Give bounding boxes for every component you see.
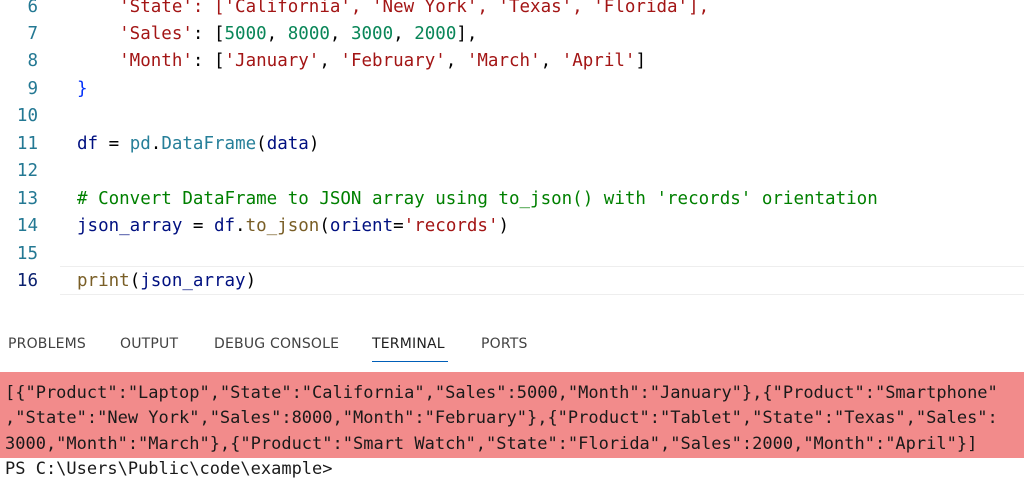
code-text: }	[77, 76, 88, 103]
code-token: ,	[540, 51, 562, 71]
code-token: DataFrame	[161, 134, 257, 154]
code-token: 2000	[414, 24, 457, 44]
line-number: 16	[16, 271, 38, 291]
code-token: =	[393, 216, 404, 236]
code-token: }	[77, 79, 88, 99]
terminal-prompt[interactable]: PS C:\Users\Public\code\example>	[5, 458, 333, 480]
tab-debug-console[interactable]: DEBUG CONSOLE	[214, 336, 339, 352]
code-token: to_json	[245, 216, 320, 236]
code-token: )	[245, 271, 257, 291]
code-token: ,	[329, 24, 351, 44]
code-token: 'records'	[403, 216, 499, 236]
terminal-output-line: ,"State":"New York","Sales":8000,"Month"…	[5, 408, 998, 428]
code-token: # Convert DataFrame to JSON array using …	[77, 189, 878, 209]
code-token: json_array	[140, 271, 246, 291]
tab-ports[interactable]: PORTS	[481, 336, 528, 352]
code-token: ]	[635, 51, 647, 71]
code-token: .	[235, 216, 246, 236]
code-token: =	[182, 216, 214, 236]
line-number: 11	[16, 134, 38, 154]
code-token: data	[266, 134, 309, 154]
code-token: : [	[192, 51, 225, 71]
tab-terminal[interactable]: TERMINAL	[372, 336, 445, 352]
line-number: 9	[27, 79, 38, 99]
code-text: print(json_array)	[77, 268, 256, 295]
code-token: print	[77, 271, 130, 291]
code-token: df	[213, 216, 236, 236]
code-line[interactable]: 8 'Month': ['January', 'February', 'Marc…	[0, 48, 1024, 75]
code-text: 'State': ['California', 'New York', 'Tex…	[77, 0, 709, 21]
code-text: # Convert DataFrame to JSON array using …	[77, 186, 878, 213]
active-tab-indicator	[372, 361, 448, 362]
code-token: (	[129, 271, 141, 291]
code-token: pd	[129, 134, 151, 154]
code-text: 'Sales': [5000, 8000, 3000, 2000],	[77, 21, 477, 48]
code-token: )	[498, 216, 510, 236]
code-line[interactable]: 16 print(json_array)	[0, 266, 1024, 295]
code-token: 3000	[350, 24, 394, 44]
line-number: 15	[16, 244, 38, 264]
code-token: df	[77, 134, 99, 154]
code-token: 'March'	[466, 51, 541, 71]
code-token: ,	[319, 51, 341, 71]
code-line[interactable]: 13 # Convert DataFrame to JSON array usin…	[0, 186, 1024, 213]
code-token: ,	[393, 24, 415, 44]
code-line[interactable]: 11 df = pd.DataFrame(data)	[0, 131, 1024, 158]
line-number: 14	[16, 216, 38, 236]
terminal-output-line: [{"Product":"Laptop","State":"California…	[5, 383, 998, 403]
line-number: 6	[27, 0, 38, 17]
code-line[interactable]: 14 json_array = df.to_json(orient='record…	[0, 213, 1024, 240]
code-text: 'Month': ['January', 'February', 'March'…	[77, 48, 646, 75]
code-token: .	[150, 134, 162, 154]
code-token: )	[308, 134, 320, 154]
panel-tab-bar: PROBLEMS OUTPUT DEBUG CONSOLE TERMINAL P…	[0, 322, 1024, 364]
tab-output[interactable]: OUTPUT	[120, 336, 178, 352]
code-token: (	[256, 134, 267, 154]
code-token: 'State': ['California', 'New York', 'Tex…	[77, 0, 710, 17]
code-line[interactable]: 12	[0, 158, 1024, 185]
code-token: 'April'	[561, 51, 636, 71]
code-token: =	[98, 134, 130, 154]
line-number: 10	[16, 106, 38, 126]
code-token: orient	[329, 216, 394, 236]
line-number: 12	[16, 161, 38, 181]
terminal-output-highlight: [{"Product":"Laptop","State":"California…	[0, 372, 1024, 458]
code-token: json_array	[77, 216, 183, 236]
code-token: 5000	[224, 24, 267, 44]
code-token: 'January'	[224, 51, 320, 71]
code-line[interactable]: 7 'Sales': [5000, 8000, 3000, 2000],	[0, 21, 1024, 48]
code-token: ,	[266, 24, 288, 44]
code-token: ],	[456, 24, 478, 44]
code-token: : [	[192, 24, 225, 44]
code-text: json_array = df.to_json(orient='records'…	[77, 213, 509, 240]
tab-problems[interactable]: PROBLEMS	[8, 336, 86, 352]
code-token: ,	[445, 51, 467, 71]
code-line[interactable]: 15	[0, 241, 1024, 268]
code-token: (	[319, 216, 330, 236]
code-token: 8000	[287, 24, 330, 44]
code-line[interactable]: 6 'State': ['California', 'New York', 'T…	[0, 0, 1024, 21]
terminal-output-line: 3000,"Month":"March"},{"Product":"Smart …	[5, 434, 978, 454]
code-editor[interactable]: 6 'State': ['California', 'New York', 'T…	[0, 0, 1024, 302]
code-text: df = pd.DataFrame(data)	[77, 131, 319, 158]
line-number: 13	[16, 189, 38, 209]
line-number: 7	[27, 24, 38, 44]
code-line[interactable]: 10	[0, 103, 1024, 130]
code-token: 'Month'	[77, 51, 193, 71]
code-token: 'Sales'	[77, 24, 193, 44]
code-token: 'February'	[340, 51, 446, 71]
code-line[interactable]: 9}	[0, 76, 1024, 103]
line-number: 8	[27, 51, 38, 71]
